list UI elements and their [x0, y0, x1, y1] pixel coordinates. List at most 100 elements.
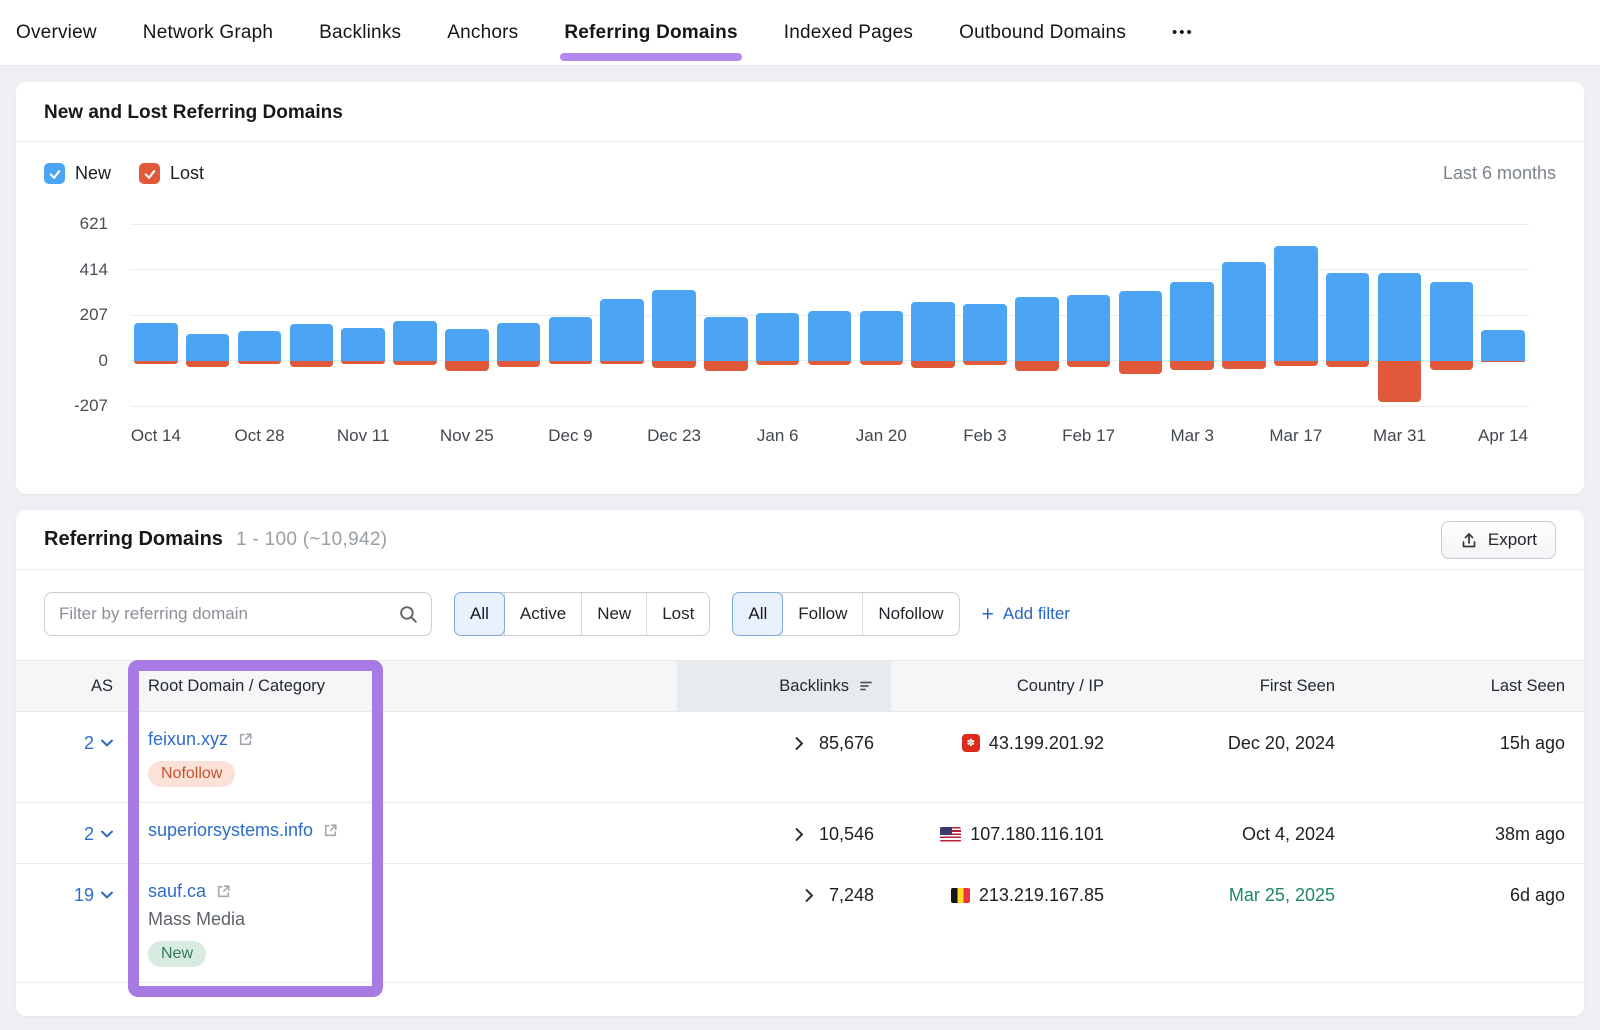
domain-filter-input[interactable]: [59, 604, 398, 624]
external-link-icon[interactable]: [215, 883, 232, 900]
lost-bar: [445, 361, 489, 372]
expand-chevron-right-icon[interactable]: [795, 828, 804, 841]
follow-filter-all[interactable]: All: [732, 592, 783, 636]
x-axis-tick: Apr 14: [1478, 426, 1528, 446]
lost-bar: [290, 361, 334, 367]
domain-link[interactable]: superiorsystems.info: [148, 820, 313, 841]
x-axis-tick: Mar 3: [1170, 426, 1213, 446]
status-filter-lost[interactable]: Lost: [646, 593, 709, 635]
legend-lost-toggle[interactable]: Lost: [139, 163, 204, 184]
first-seen-date: Oct 4, 2024: [1242, 824, 1335, 845]
bar-group-apr-14: [1477, 224, 1529, 406]
hk-flag-icon: ✽: [962, 734, 980, 752]
x-axis-tick: Jan 20: [856, 426, 907, 446]
bar-group-nov-11: [337, 224, 389, 406]
country-ip-cell: 213.219.167.85: [891, 881, 1120, 909]
lost-bar: [652, 361, 696, 369]
bar-group-jan-27: [907, 224, 959, 406]
y-axis-tick: -207: [74, 396, 108, 416]
last-seen-value: 15h ago: [1500, 733, 1565, 754]
top-nav: Overview Network Graph Backlinks Anchors Ref…: [0, 0, 1600, 66]
lost-bar: [1015, 361, 1059, 372]
bar-group-dec-2: [493, 224, 545, 406]
bar-group-dec-16: [596, 224, 648, 406]
expand-chevron-right-icon[interactable]: [805, 889, 814, 902]
tab-indexed-pages[interactable]: Indexed Pages: [784, 0, 913, 65]
bar-group-feb-24: [1114, 224, 1166, 406]
plus-icon: +: [982, 604, 994, 625]
x-axis-tick: Dec 9: [548, 426, 592, 446]
new-bar: [1430, 282, 1474, 360]
new-bar: [1378, 273, 1422, 360]
tab-outbound-domains[interactable]: Outbound Domains: [959, 0, 1126, 65]
check-icon: [48, 167, 62, 181]
new-bar: [808, 311, 852, 361]
country-ip-cell: ✽43.199.201.92: [891, 729, 1120, 757]
status-filter-active[interactable]: Active: [504, 593, 581, 635]
backlinks-count: 85,676: [819, 733, 874, 754]
lost-bar: [911, 361, 955, 368]
domain-filter-box: [44, 592, 432, 636]
tab-anchors[interactable]: Anchors: [447, 0, 518, 65]
status-filter-all[interactable]: All: [454, 592, 505, 636]
lost-bar: [1326, 361, 1370, 368]
as-cell[interactable]: 2: [16, 729, 131, 757]
follow-filter-nofollow[interactable]: Nofollow: [862, 593, 958, 635]
new-bar: [1326, 273, 1370, 360]
add-filter-button[interactable]: + Add filter: [982, 604, 1070, 625]
lost-checkbox[interactable]: [139, 163, 160, 184]
legend-new-toggle[interactable]: New: [44, 163, 111, 184]
search-icon[interactable]: [398, 604, 419, 625]
x-axis-tick: Nov 11: [337, 426, 390, 446]
new-bar: [963, 304, 1007, 361]
column-header-first-seen[interactable]: First Seen: [1120, 661, 1335, 711]
tab-referring-domains[interactable]: Referring Domains: [564, 0, 737, 65]
table-row: 19sauf.caMass MediaNew7,248213.219.167.8…: [16, 864, 1584, 983]
tab-backlinks[interactable]: Backlinks: [319, 0, 401, 65]
table-header: AS Root Domain / Category Backlinks Coun…: [16, 660, 1584, 712]
column-header-root-domain[interactable]: Root Domain / Category: [131, 661, 677, 711]
root-domain-cell: superiorsystems.info: [131, 820, 677, 848]
new-bar: [1015, 297, 1059, 361]
column-header-backlinks[interactable]: Backlinks: [677, 661, 891, 711]
last-seen-cell: 38m ago: [1335, 820, 1584, 848]
backlinks-count: 10,546: [819, 824, 874, 845]
follow-filter-follow[interactable]: Follow: [782, 593, 862, 635]
table-title: Referring Domains: [44, 528, 223, 551]
domain-line: superiorsystems.info: [148, 820, 339, 841]
export-icon: [1460, 531, 1478, 549]
domain-category: Mass Media: [148, 909, 245, 930]
tab-network-graph[interactable]: Network Graph: [143, 0, 273, 65]
external-link-icon[interactable]: [237, 731, 254, 748]
new-bar: [704, 317, 748, 360]
new-bar: [1170, 282, 1214, 360]
status-filter-new[interactable]: New: [581, 593, 646, 635]
as-cell[interactable]: 19: [16, 881, 131, 909]
new-bar: [1119, 291, 1163, 360]
new-bar: [860, 311, 904, 361]
column-header-as[interactable]: AS: [16, 661, 131, 711]
as-cell[interactable]: 2: [16, 820, 131, 848]
new-checkbox[interactable]: [44, 163, 65, 184]
new-badge: New: [148, 941, 206, 967]
tab-overview[interactable]: Overview: [16, 0, 97, 65]
column-header-country-ip[interactable]: Country / IP: [891, 661, 1120, 711]
table-body: 2feixun.xyzNofollow85,676✽43.199.201.92D…: [16, 712, 1584, 983]
chart-legend: New Lost Last 6 months: [16, 142, 1584, 184]
bar-group-nov-18: [389, 224, 441, 406]
expand-chevron-right-icon[interactable]: [795, 737, 804, 750]
column-header-last-seen[interactable]: Last Seen: [1335, 661, 1584, 711]
new-bar: [393, 321, 437, 360]
bar-group-oct-21: [182, 224, 234, 406]
export-button[interactable]: Export: [1441, 521, 1556, 559]
follow-segment-control: AllFollowNofollow: [732, 592, 959, 636]
domain-link[interactable]: feixun.xyz: [148, 729, 228, 750]
lost-bar: [704, 361, 748, 372]
legend-lost-label: Lost: [170, 163, 204, 184]
lost-bar: [1222, 361, 1266, 370]
first-seen-cell: Dec 20, 2024: [1120, 729, 1335, 757]
more-tabs-button[interactable]: •••: [1172, 0, 1194, 65]
external-link-icon[interactable]: [322, 822, 339, 839]
tab-label: Backlinks: [319, 22, 401, 44]
domain-link[interactable]: sauf.ca: [148, 881, 206, 902]
